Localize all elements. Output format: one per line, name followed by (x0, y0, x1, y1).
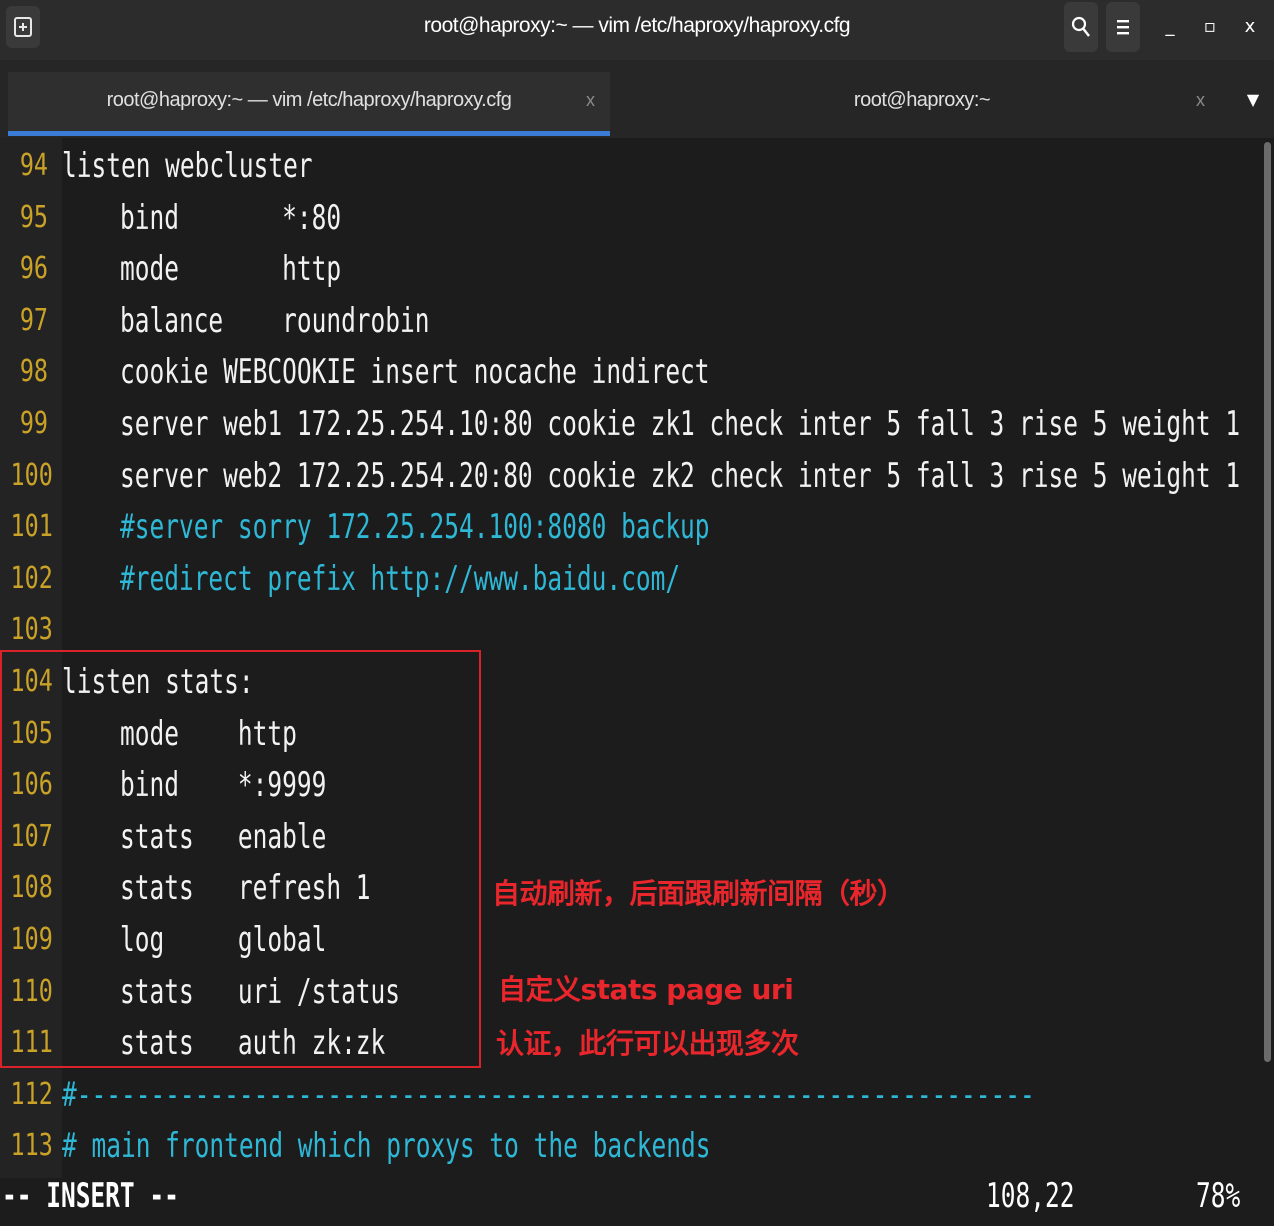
maximize-icon: ▫ (1203, 15, 1217, 37)
code-text: balance roundrobin (120, 300, 430, 341)
tab-shell[interactable]: root@haproxy:~ x (612, 72, 1232, 136)
highlight-box (0, 650, 481, 1068)
code-text: server web2 172.25.254.20:80 cookie zk2 … (120, 455, 1241, 496)
editor-line[interactable]: 98 cookie WEBCOOKIE insert nocache indire… (0, 346, 1262, 398)
editor-line[interactable]: 101 #server sorry 172.25.254.100:8080 bac… (0, 501, 1262, 553)
minimize-button[interactable]: _ (1154, 8, 1186, 44)
annotation-auth: 认证，此行可以出现多次 (496, 1027, 799, 1060)
mode-indicator: -- INSERT -- (2, 1176, 179, 1216)
vim-status-line: -- INSERT -- 108,22 78% (0, 1170, 1274, 1226)
line-number: 112 (10, 1076, 53, 1112)
line-number: 98 (19, 354, 48, 390)
line-number: 94 (19, 148, 48, 183)
code-text: mode http (120, 249, 342, 290)
menu-button[interactable] (1106, 2, 1140, 52)
line-number: 113 (10, 1128, 53, 1164)
active-tab-indicator (8, 131, 610, 136)
line-number: 102 (10, 560, 53, 596)
terminal-window: root@haproxy:~ — vim /etc/haproxy/haprox… (0, 0, 1274, 1226)
chevron-down-icon: ▼ (1246, 89, 1260, 109)
editor-line[interactable]: 113 # main frontend which proxys to the b… (0, 1120, 1262, 1172)
search-button[interactable] (1064, 2, 1098, 52)
close-icon: x (1244, 15, 1256, 37)
line-number: 101 (10, 509, 53, 545)
line-number: 99 (19, 406, 48, 441)
editor-line[interactable]: 103 (0, 604, 1262, 656)
editor-line[interactable]: 97 balance roundrobin (0, 295, 1262, 347)
tab-bar: root@haproxy:~ — vim /etc/haproxy/haprox… (0, 60, 1274, 138)
editor-line[interactable]: 99 server web1 172.25.254.10:80 cookie zk… (0, 398, 1262, 450)
code-comment: #redirect prefix http://www.baidu.com/ (120, 558, 681, 599)
tab-close-icon[interactable]: x (1196, 72, 1205, 128)
tab-label: root@haproxy:~ — vim /etc/haproxy/haprox… (106, 89, 512, 111)
code-comment: #---------------------------------------… (62, 1074, 1035, 1115)
line-number: 100 (10, 457, 53, 493)
line-number: 103 (10, 612, 53, 648)
editor-line[interactable]: 112 #------------------------------------… (0, 1069, 1262, 1121)
scrollbar-thumb[interactable] (1264, 142, 1271, 1062)
title-bar: root@haproxy:~ — vim /etc/haproxy/haprox… (0, 0, 1274, 60)
vim-editor[interactable]: 94 listen webcluster 95 bind *:80 96 mode htt… (0, 138, 1274, 1178)
annotation-refresh: 自动刷新，后面跟刷新间隔（秒） (492, 877, 905, 910)
search-icon (1071, 16, 1090, 37)
code-comment: #server sorry 172.25.254.100:8080 backup (120, 507, 710, 548)
editor-line[interactable]: 94 listen webcluster (0, 140, 1262, 192)
code-text: bind *:80 (120, 197, 342, 238)
minimize-icon: _ (1165, 15, 1175, 37)
code-text: listen webcluster (62, 146, 313, 186)
editor-line[interactable]: 95 bind *:80 (0, 192, 1262, 244)
line-number: 97 (19, 302, 48, 338)
tab-vim[interactable]: root@haproxy:~ — vim /etc/haproxy/haprox… (8, 72, 610, 136)
close-window-button[interactable]: x (1234, 8, 1266, 44)
editor-line[interactable]: 96 mode http (0, 243, 1262, 295)
hamburger-icon (1117, 20, 1129, 35)
tab-list-dropdown[interactable]: ▼ (1238, 74, 1268, 124)
code-comment: # main frontend which proxys to the back… (62, 1126, 711, 1167)
vertical-scrollbar[interactable] (1262, 138, 1272, 1178)
editor-line[interactable]: 102 #redirect prefix http://www.baidu.com… (0, 553, 1262, 605)
line-number: 96 (19, 251, 48, 287)
scroll-percent: 78% (1196, 1176, 1241, 1216)
code-text: server web1 172.25.254.10:80 cookie zk1 … (120, 404, 1241, 444)
code-text: cookie WEBCOOKIE insert nocache indirect (120, 352, 710, 393)
annotation-uri: 自定义stats page uri (498, 973, 794, 1006)
maximize-button[interactable]: ▫ (1194, 8, 1226, 44)
editor-line[interactable]: 100 server web2 172.25.254.20:80 cookie z… (0, 450, 1262, 502)
tab-label: root@haproxy:~ (853, 89, 991, 111)
cursor-position: 108,22 (986, 1176, 1075, 1216)
line-number: 95 (19, 199, 48, 235)
tab-close-icon[interactable]: x (586, 72, 595, 128)
